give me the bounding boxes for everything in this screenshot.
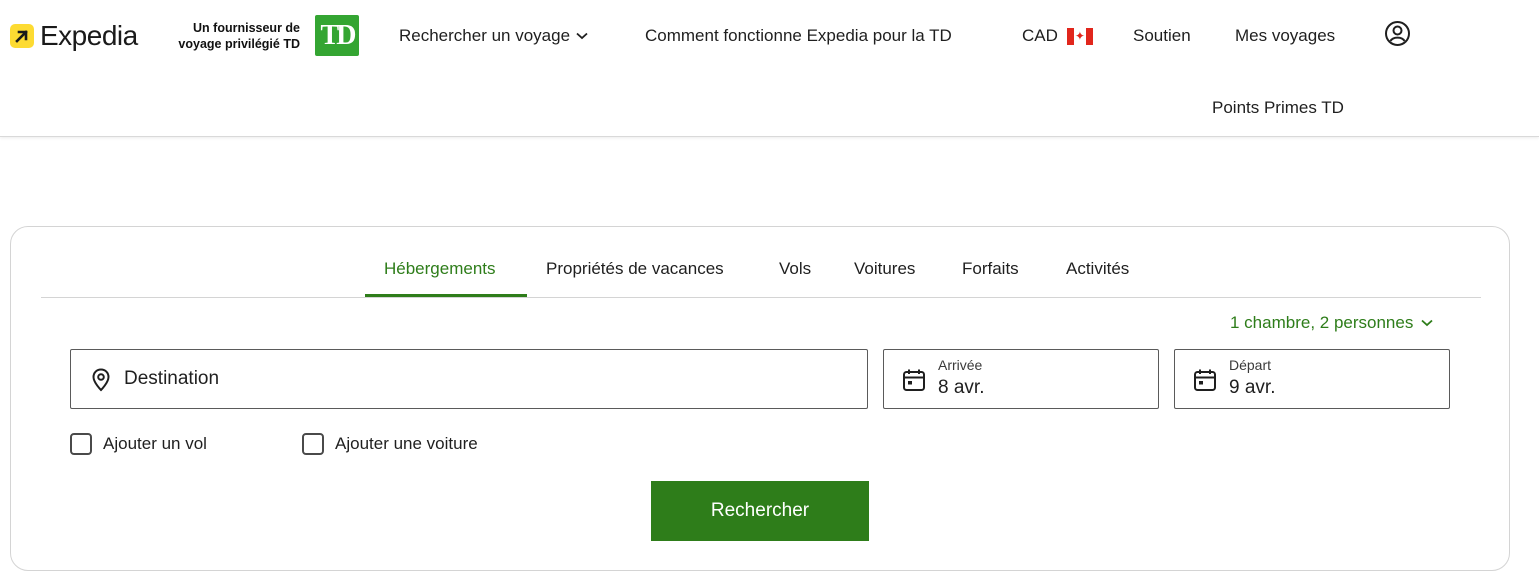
active-tab-indicator xyxy=(365,294,527,297)
partner-line-1: Un fournisseur de xyxy=(193,21,300,35)
add-flight-label: Ajouter un vol xyxy=(103,434,207,453)
account-circle-icon[interactable] xyxy=(1384,20,1411,47)
search-card: Hébergements Propriétés de vacances Vols… xyxy=(10,226,1510,571)
tab-flights[interactable]: Vols xyxy=(779,257,811,281)
departure-value: 9 avr. xyxy=(1229,377,1276,398)
calendar-icon xyxy=(903,369,925,391)
add-car-checkbox[interactable]: Ajouter une voiture xyxy=(302,433,478,455)
partner-line-2: voyage privilégié TD xyxy=(178,37,300,51)
arrival-date-field[interactable]: Arrivée 8 avr. xyxy=(883,349,1159,409)
expedia-arrow-icon xyxy=(10,24,34,48)
expedia-logo[interactable]: Expedia xyxy=(10,22,138,50)
tab-activities[interactable]: Activités xyxy=(1066,257,1129,281)
destination-placeholder: Destination xyxy=(124,368,220,389)
partner-tagline: Un fournisseur de voyage privilégié TD xyxy=(170,20,300,52)
departure-label: Départ xyxy=(1229,357,1272,373)
td-logo[interactable]: TD xyxy=(315,15,359,56)
search-tabs: Hébergements Propriétés de vacances Vols… xyxy=(41,227,1481,298)
arrival-label: Arrivée xyxy=(938,357,983,373)
destination-field[interactable]: Destination xyxy=(70,349,868,409)
add-car-label: Ajouter une voiture xyxy=(335,434,478,453)
brand-name: Expedia xyxy=(40,20,138,51)
tab-cars[interactable]: Voitures xyxy=(854,257,915,281)
departure-date-field[interactable]: Départ 9 avr. xyxy=(1174,349,1450,409)
checkbox-box[interactable] xyxy=(70,433,92,455)
nav-td-points[interactable]: Points Primes TD xyxy=(1212,96,1344,120)
tab-stays[interactable]: Hébergements xyxy=(384,257,496,281)
nav-currency[interactable]: CAD ✦ xyxy=(1022,24,1093,48)
nav-support[interactable]: Soutien xyxy=(1133,24,1191,48)
nav-search-trip-label: Rechercher un voyage xyxy=(399,26,571,45)
chevron-down-icon xyxy=(1421,319,1433,327)
calendar-icon xyxy=(1194,369,1216,391)
nav-my-trips[interactable]: Mes voyages xyxy=(1235,24,1335,48)
rooms-travelers-selector[interactable]: 1 chambre, 2 personnes xyxy=(1230,311,1433,335)
tab-packages[interactable]: Forfaits xyxy=(962,257,1019,281)
canada-flag-icon: ✦ xyxy=(1066,27,1093,45)
checkbox-box[interactable] xyxy=(302,433,324,455)
nav-search-trip[interactable]: Rechercher un voyage xyxy=(399,24,588,48)
add-flight-checkbox[interactable]: Ajouter un vol xyxy=(70,433,207,455)
rooms-travelers-label: 1 chambre, 2 personnes xyxy=(1230,313,1414,332)
tab-vacation-rentals[interactable]: Propriétés de vacances xyxy=(546,257,724,281)
nav-how-it-works[interactable]: Comment fonctionne Expedia pour la TD xyxy=(645,24,952,48)
chevron-down-icon xyxy=(576,32,588,40)
currency-label: CAD xyxy=(1022,26,1058,45)
arrival-value: 8 avr. xyxy=(938,377,985,398)
location-pin-icon xyxy=(92,368,110,392)
site-header: Expedia Un fournisseur de voyage privilé… xyxy=(0,0,1539,137)
search-button[interactable]: Rechercher xyxy=(651,481,869,541)
